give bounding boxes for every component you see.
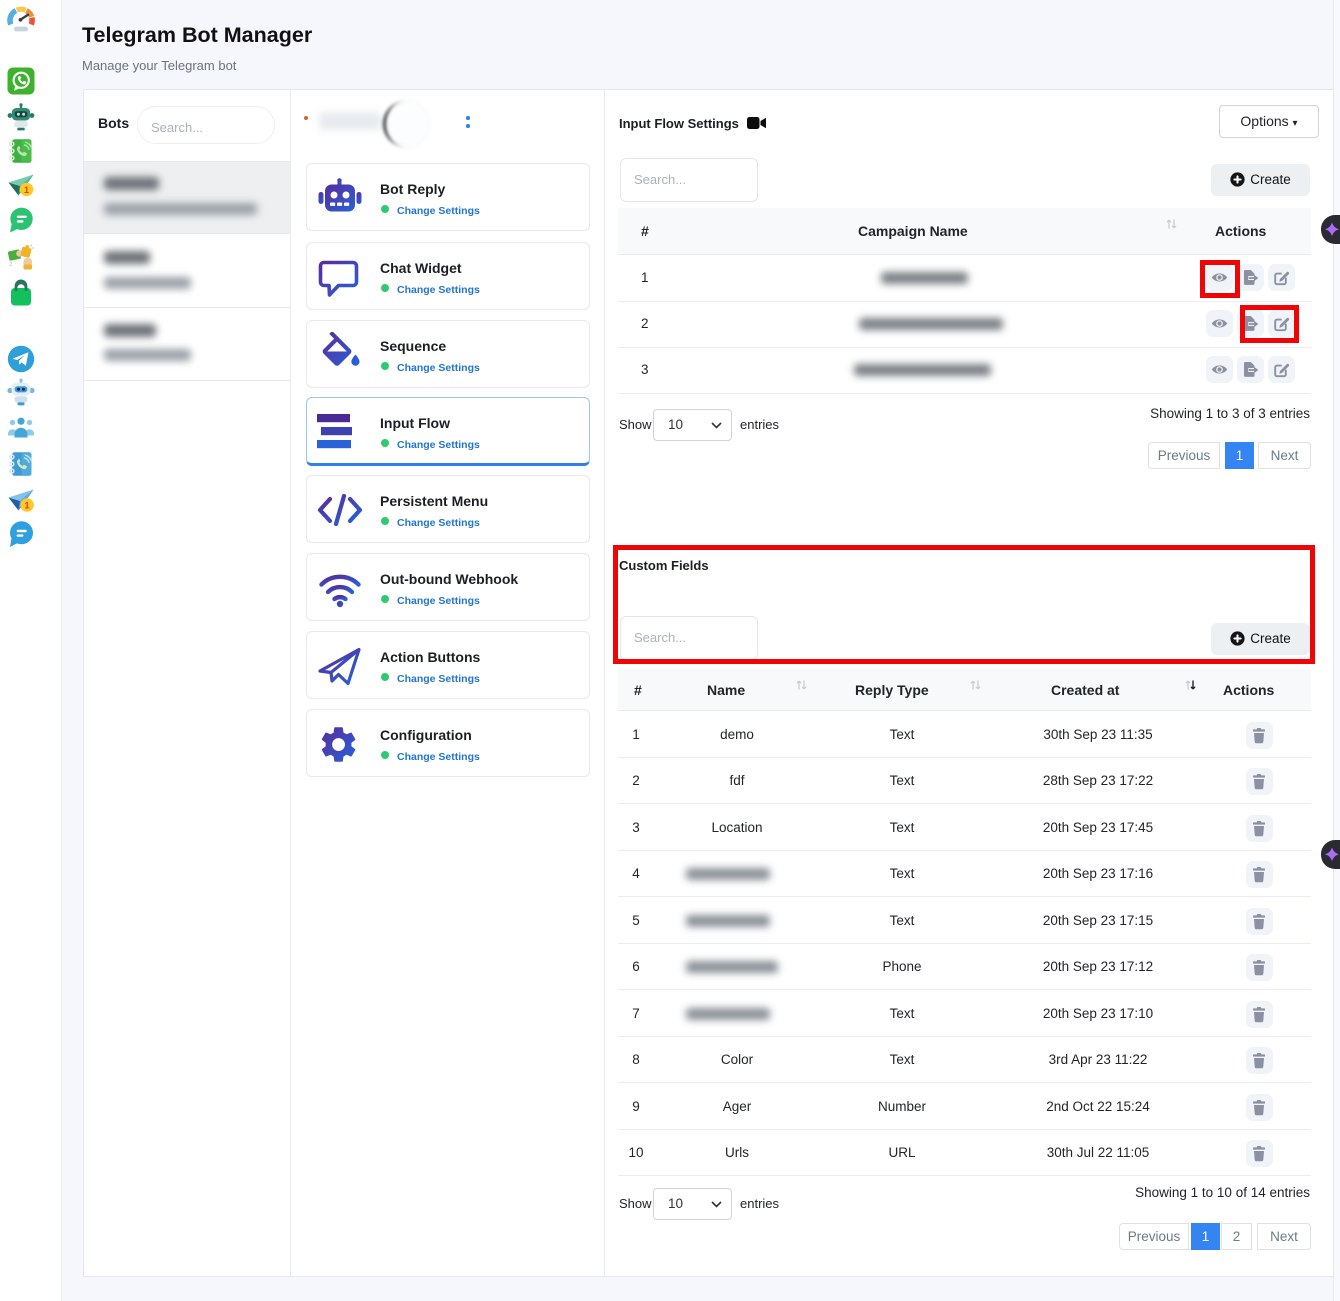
svg-text:1: 1 xyxy=(24,185,30,196)
svg-text:1: 1 xyxy=(24,501,30,512)
